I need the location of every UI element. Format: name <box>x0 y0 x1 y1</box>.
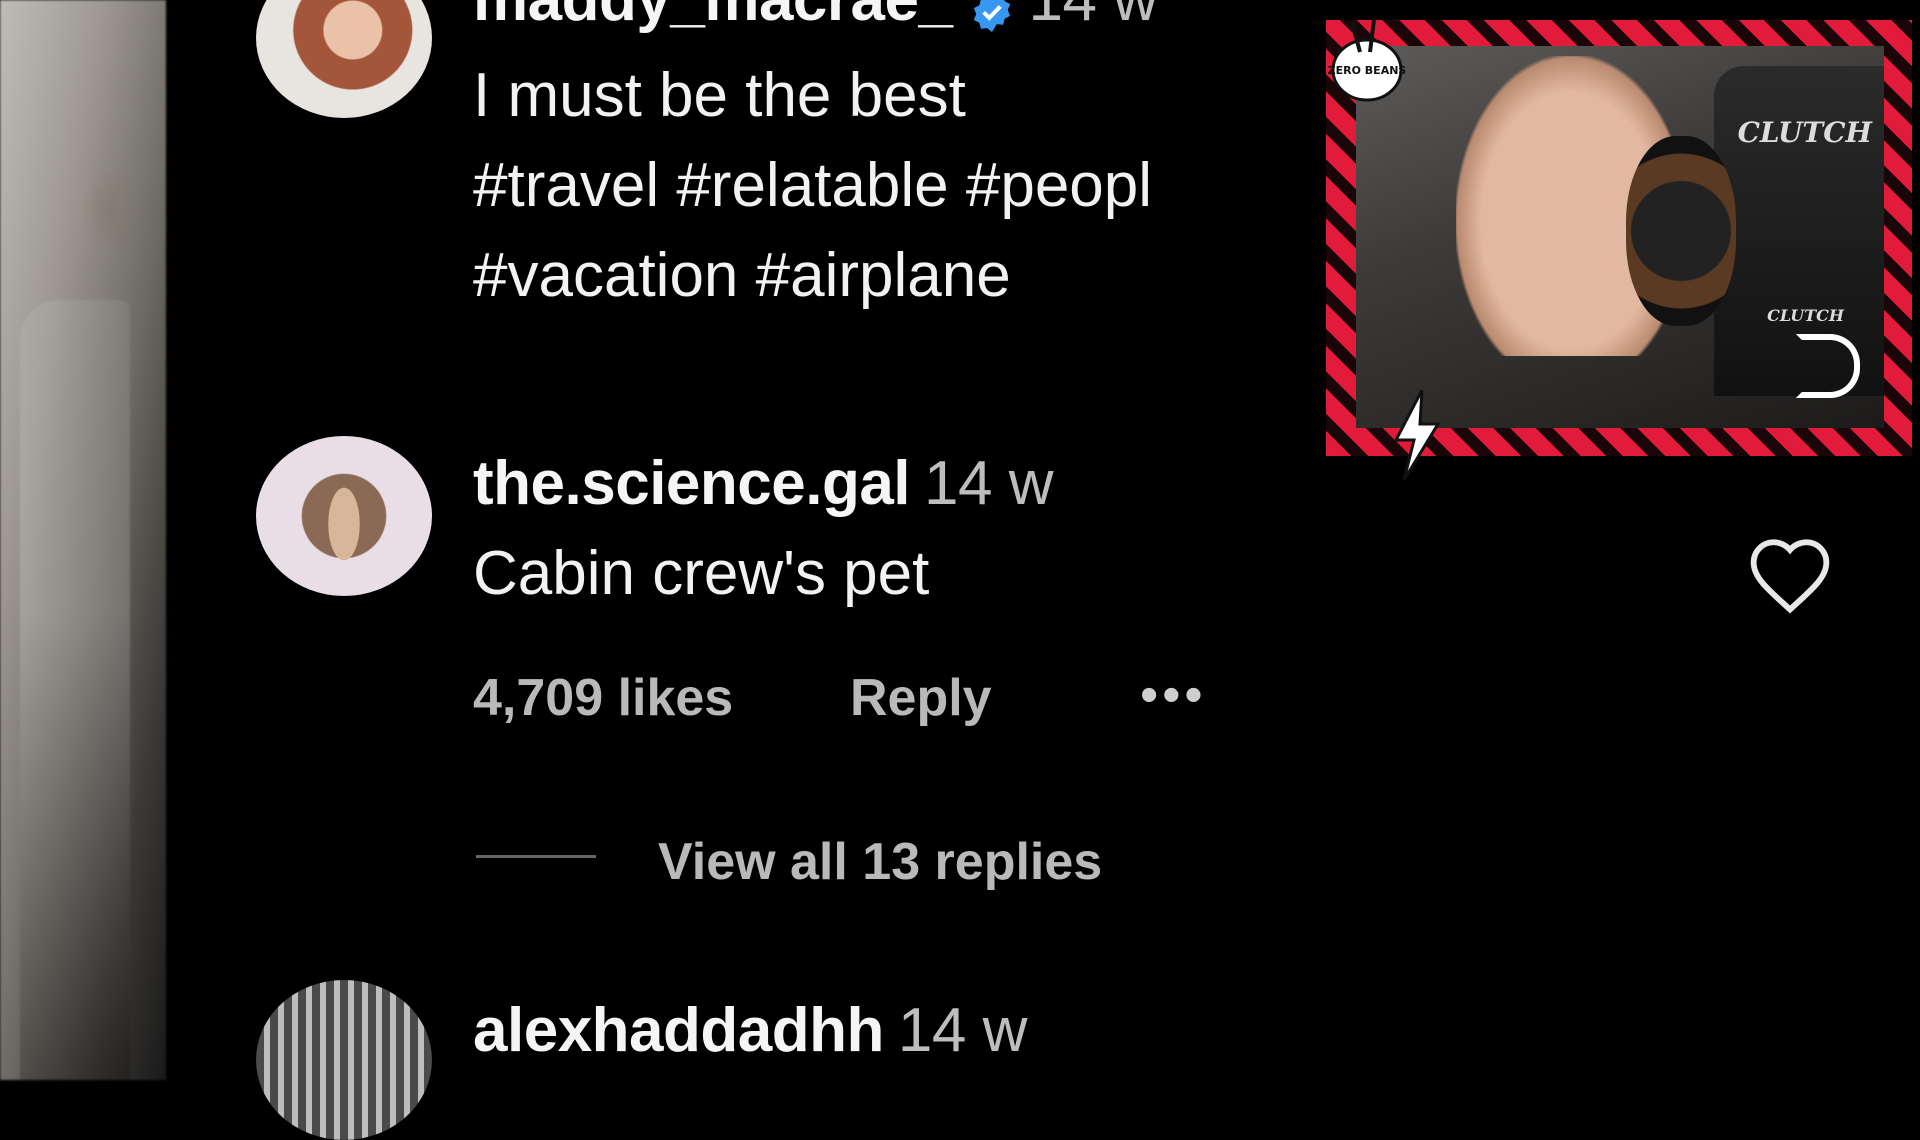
zero-beans-badge-icon: ZERO BEANS <box>1328 19 1407 102</box>
comment-text-line: I must be the best <box>473 61 966 130</box>
logo-d-icon <box>1796 334 1860 398</box>
username-text[interactable]: maddy_macrae_ <box>473 0 953 34</box>
webcam-feed: CLUTCH CLUTCH <box>1356 46 1884 428</box>
likes-count[interactable]: 4,709 likes <box>473 668 733 728</box>
comment-hashtags-line[interactable]: #vacation #airplane <box>473 240 1011 311</box>
verified-badge-icon <box>970 0 1014 32</box>
comment-hashtags-line[interactable]: #travel #relatable #peopl <box>473 150 1152 221</box>
chair-brand-text: CLUTCH <box>1737 116 1872 149</box>
view-replies-button[interactable]: View all 13 replies <box>658 832 1102 892</box>
username-text[interactable]: the.science.gal <box>473 449 911 518</box>
heart-icon[interactable] <box>1745 535 1835 615</box>
background-video-strip <box>0 0 166 1080</box>
avatar-alexhaddad[interactable] <box>256 980 432 1140</box>
badge-text: ZERO BEANS <box>1328 64 1407 77</box>
comment-username[interactable]: the.science.gal 14 w <box>473 448 1054 519</box>
reply-button[interactable]: Reply <box>850 668 992 728</box>
webcam-overlay: CLUTCH CLUTCH ZERO BEANS <box>1326 19 1912 480</box>
bolt-icon <box>1393 390 1441 480</box>
comment-time: 14 w <box>897 996 1027 1065</box>
comment-username[interactable]: alexhaddadhh 14 w <box>473 995 1027 1066</box>
replies-divider <box>476 855 596 858</box>
comment-time: 14 w <box>924 449 1054 518</box>
comment-text-line: Cabin crew's pet <box>473 539 930 608</box>
headphones <box>1626 136 1736 326</box>
avatar-maddy[interactable] <box>256 0 432 118</box>
comment-time: 14 w <box>1028 0 1157 34</box>
more-dots-icon[interactable]: ••• <box>1140 665 1207 725</box>
username-text[interactable]: alexhaddadhh <box>473 996 884 1065</box>
avatar-science-gal[interactable] <box>256 436 432 596</box>
chair-brand-text-small: CLUTCH <box>1767 306 1844 325</box>
comment-username[interactable]: maddy_macrae_ 14 w <box>473 0 1158 35</box>
